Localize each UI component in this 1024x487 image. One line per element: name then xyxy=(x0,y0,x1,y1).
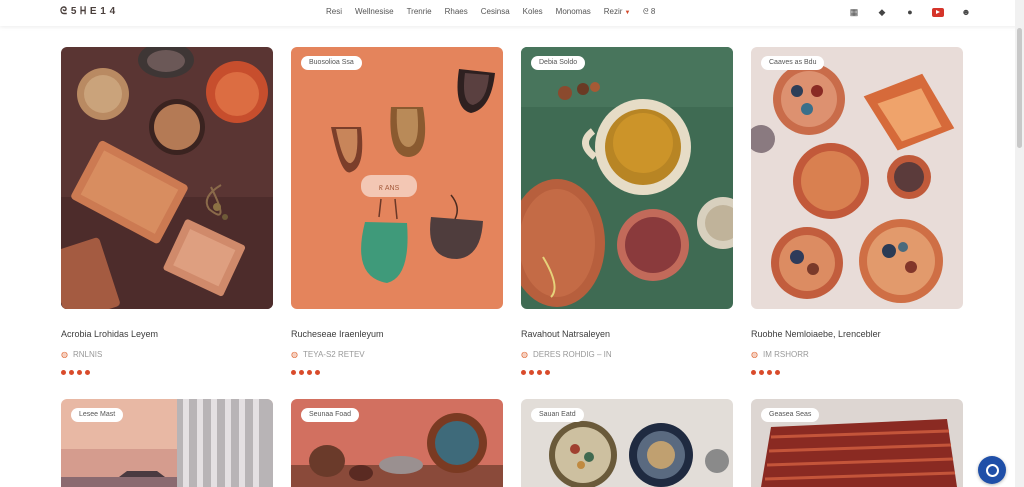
rating-dot-icon xyxy=(85,370,90,375)
product-title[interactable]: Ruobhe Nemloiaebe, Lrencebler xyxy=(751,329,881,339)
header-icons: ▦ ◆ ● ☻ xyxy=(848,6,972,18)
rating xyxy=(291,370,320,375)
product-image[interactable]: Geasea Seas xyxy=(751,399,963,487)
product-image[interactable]: ᖇ ANS Buosolioa Ssa xyxy=(291,47,503,309)
category-tag[interactable]: Debia Soldo xyxy=(531,56,586,70)
nav-item[interactable]: Cesinsa xyxy=(481,7,510,16)
product-meta-text: IM RSHORR xyxy=(762,350,809,359)
product-card[interactable]: Acrobia Lrohidas Leyem ◍ RNLNIS xyxy=(61,47,273,375)
category-tag[interactable]: Seunaa Foad xyxy=(301,408,360,422)
product-meta: ◍ TEYA-S2 RETEV xyxy=(291,350,365,359)
product-title[interactable]: Ravahout Natrsaleyen xyxy=(521,329,610,339)
product-card[interactable]: Lesee Mast xyxy=(61,399,273,487)
product-card[interactable]: Sauan Eatd xyxy=(521,399,733,487)
product-title[interactable]: Rucheseae Iraenleyum xyxy=(291,329,384,339)
rating-dot-icon xyxy=(751,370,756,375)
chat-icon[interactable]: ● xyxy=(904,6,916,18)
rating-dot-icon xyxy=(315,370,320,375)
bookmark-icon[interactable]: ◆ xyxy=(876,6,888,18)
category-tag[interactable]: Buosolioa Ssa xyxy=(301,56,362,70)
nav-item[interactable]: Monomas xyxy=(556,7,591,16)
product-image[interactable] xyxy=(61,47,273,309)
rating-dot-icon xyxy=(521,370,526,375)
nav-item[interactable]: Resi xyxy=(326,7,342,16)
overlay-label: ᖇ ANS xyxy=(379,184,400,192)
tag-icon: ◍ xyxy=(521,350,528,359)
user-icon[interactable]: ☻ xyxy=(960,6,972,18)
tag-icon: ◍ xyxy=(751,350,758,359)
rating-dot-icon xyxy=(77,370,82,375)
tag-icon: ◍ xyxy=(61,350,68,359)
product-image[interactable]: Seunaa Foad xyxy=(291,399,503,487)
chevron-down-icon: ▼ xyxy=(624,10,631,16)
product-card[interactable]: Caaves as Bdu Ruobhe Nemloiaebe, Lrenceb… xyxy=(751,47,963,375)
rating-dot-icon xyxy=(299,370,304,375)
nav-item[interactable]: Wellnesise xyxy=(355,7,394,16)
rating-dot-icon xyxy=(759,370,764,375)
rating-dot-icon xyxy=(529,370,534,375)
product-title[interactable]: Acrobia Lrohidas Leyem xyxy=(61,329,158,339)
product-image[interactable]: Sauan Eatd xyxy=(521,399,733,487)
category-tag[interactable]: Lesee Mast xyxy=(71,408,124,422)
nav-item[interactable]: Koles xyxy=(523,7,543,16)
rating-dot-icon xyxy=(775,370,780,375)
nav-item-label: Rezir xyxy=(603,7,623,16)
nav-item-dropdown[interactable]: Rezir ▼ xyxy=(604,7,631,16)
nav-item[interactable]: Rhaes xyxy=(445,7,468,16)
product-meta-text: RNLNIS xyxy=(72,350,103,359)
rating-dot-icon xyxy=(291,370,296,375)
main-nav: Resi Wellnesise Trenrie Rhaes Cesinsa Ko… xyxy=(326,7,630,16)
product-meta: ◍ RNLNIS xyxy=(61,350,102,359)
rating-dot-icon xyxy=(61,370,66,375)
product-card[interactable]: ᖇ ANS Buosolioa Ssa Rucheseae Iraenleyum… xyxy=(291,47,503,375)
product-meta-text: TEYA-S2 RETEV xyxy=(302,350,365,359)
rating xyxy=(61,370,90,375)
product-image[interactable]: Caaves as Bdu xyxy=(751,47,963,309)
product-image[interactable]: Debia Soldo xyxy=(521,47,733,309)
chat-widget-button[interactable] xyxy=(978,456,1006,484)
rating-dot-icon xyxy=(767,370,772,375)
rating-dot-icon xyxy=(69,370,74,375)
product-card[interactable]: Debia Soldo Ravahout Natrsaleyen ◍ DERES … xyxy=(521,47,733,375)
category-tag[interactable]: Sauan Eatd xyxy=(531,408,584,422)
rating-dot-icon xyxy=(537,370,542,375)
youtube-icon[interactable] xyxy=(932,7,944,17)
site-logo[interactable]: ᘓ 5 ᕼ E 1 4 xyxy=(60,6,116,17)
nav-item[interactable]: Trenrie xyxy=(407,7,432,16)
nav-extra[interactable]: ᘓ 8 xyxy=(643,7,655,17)
product-image[interactable]: Lesee Mast xyxy=(61,399,273,487)
top-navigation-bar: ᘓ 5 ᕼ E 1 4 Resi Wellnesise Trenrie Rhae… xyxy=(0,0,1024,26)
category-tag[interactable]: Geasea Seas xyxy=(761,408,820,422)
rating-dot-icon xyxy=(307,370,312,375)
rating xyxy=(521,370,550,375)
grid-icon[interactable]: ▦ xyxy=(848,6,860,18)
product-meta: ◍ DERES ROHDIG – IN xyxy=(521,350,612,359)
scrollbar-thumb[interactable] xyxy=(1017,28,1022,148)
product-card[interactable]: Geasea Seas xyxy=(751,399,963,487)
product-meta-text: DERES ROHDIG – IN xyxy=(532,350,612,359)
product-meta: ◍ IM RSHORR xyxy=(751,350,809,359)
product-card[interactable]: Seunaa Foad xyxy=(291,399,503,487)
rating xyxy=(751,370,780,375)
tag-icon: ◍ xyxy=(291,350,298,359)
category-tag[interactable]: Caaves as Bdu xyxy=(761,56,825,70)
rating-dot-icon xyxy=(545,370,550,375)
